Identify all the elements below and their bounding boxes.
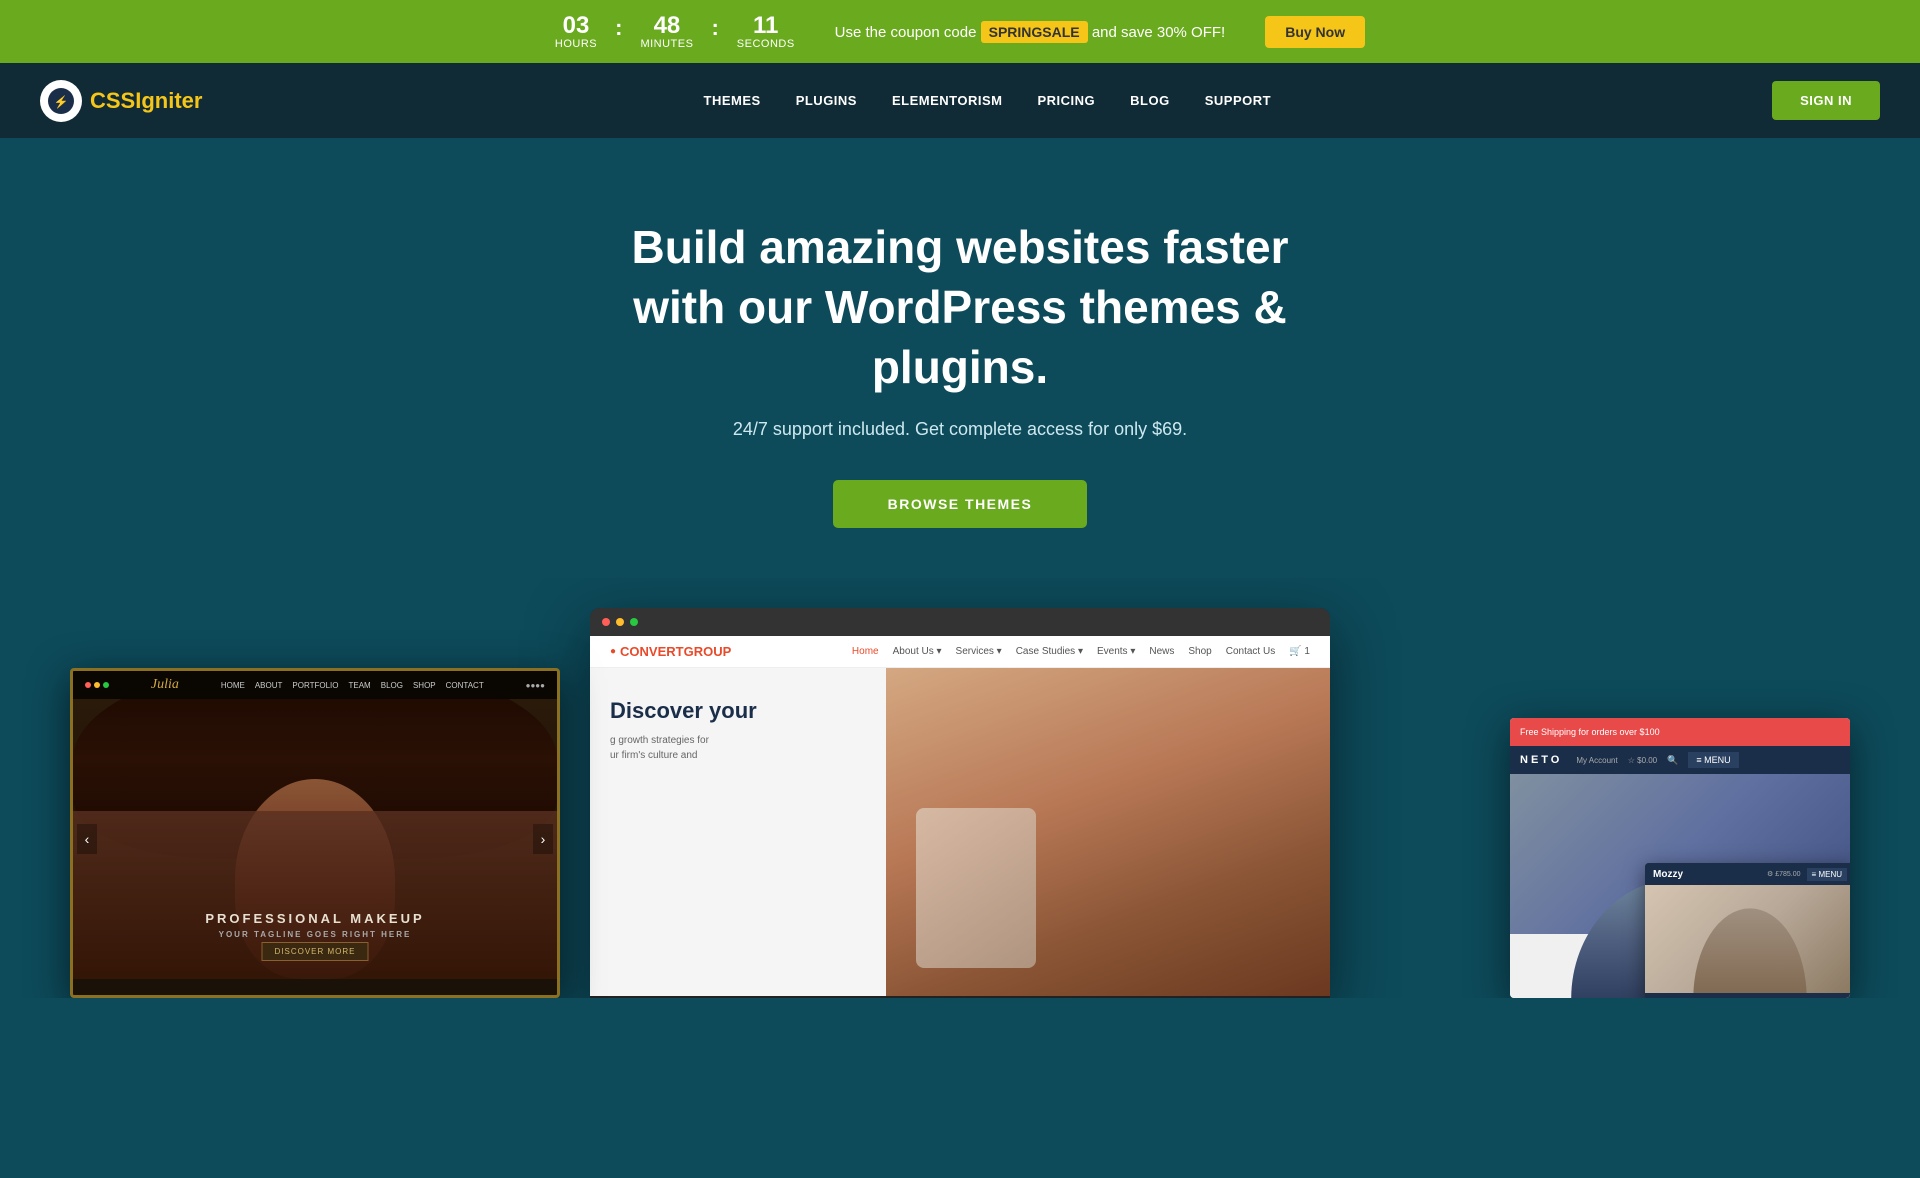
- hero-title: Build amazing websites fasterwith our Wo…: [585, 218, 1335, 397]
- browser-dot-green: [630, 618, 638, 626]
- mozzy-logo: Mozzy: [1653, 869, 1683, 880]
- svg-text:⚡: ⚡: [54, 95, 69, 109]
- countdown-seconds: 11 Seconds: [737, 14, 795, 50]
- makeup-theme-card: Julia HOME ABOUT PORTFOLIO TEAM BLOG SHO…: [70, 668, 560, 998]
- mozzy-theme-card: Mozzy ⚙ £785.00 ≡ MENU: [1645, 863, 1850, 998]
- convert-body: Discover your g growth strategies forur …: [590, 668, 1330, 996]
- browser-content: CONVERTGROUP Home About Us ▾ Services ▾ …: [590, 636, 1330, 996]
- makeup-header: Julia HOME ABOUT PORTFOLIO TEAM BLOG SHO…: [73, 671, 557, 699]
- nav-themes[interactable]: THEMES: [704, 93, 761, 108]
- convert-header: CONVERTGROUP Home About Us ▾ Services ▾ …: [590, 636, 1330, 668]
- countdown-minutes: 48 Minutes: [640, 14, 693, 50]
- convert-logo: CONVERTGROUP: [610, 644, 731, 659]
- neto-promo-bar: Free Shipping for orders over $100: [1510, 718, 1850, 746]
- countdown: 03 Hours : 48 Minutes : 11 Seconds: [555, 14, 795, 50]
- browser-dot-red: [602, 618, 610, 626]
- logo-text: CSSIgniter: [90, 88, 202, 114]
- convert-body-image: [886, 668, 1330, 996]
- hours-number: 03: [563, 14, 590, 38]
- site-header: ⚡ CSSIgniter THEMES PLUGINS ELEMENTORISM…: [0, 63, 1920, 138]
- logo-icon: ⚡: [40, 80, 82, 122]
- browse-themes-button[interactable]: BROWSE THEMES: [833, 480, 1088, 528]
- makeup-dots: ●●●●: [526, 681, 545, 690]
- top-banner: 03 Hours : 48 Minutes : 11 Seconds Use t…: [0, 0, 1920, 63]
- hours-label: Hours: [555, 38, 597, 50]
- coupon-code-badge: SPRINGSALE: [981, 21, 1088, 43]
- theme-showcase: CONVERTGROUP Home About Us ▾ Services ▾ …: [0, 578, 1920, 998]
- minutes-label: Minutes: [640, 38, 693, 50]
- countdown-hours: 03 Hours: [555, 14, 597, 50]
- mozzy-header: Mozzy ⚙ £785.00 ≡ MENU: [1645, 863, 1850, 885]
- makeup-arrow-left[interactable]: ‹: [77, 824, 97, 854]
- main-nav: THEMES PLUGINS ELEMENTORISM PRICING BLOG…: [704, 93, 1272, 108]
- neto-theme-card: Free Shipping for orders over $100 NETO …: [1510, 718, 1850, 998]
- seconds-label: Seconds: [737, 38, 795, 50]
- nav-elementorism[interactable]: ELEMENTORISM: [892, 93, 1003, 108]
- neto-menu-toggle[interactable]: ≡ MENU: [1688, 752, 1738, 768]
- makeup-nav: HOME ABOUT PORTFOLIO TEAM BLOG SHOP CONT…: [221, 681, 484, 690]
- nav-pricing[interactable]: PRICING: [1037, 93, 1095, 108]
- banner-promo-text: Use the coupon code SPRINGSALE and save …: [835, 21, 1226, 43]
- makeup-logo: Julia: [151, 677, 179, 693]
- browser-dot-yellow: [616, 618, 624, 626]
- sign-in-button[interactable]: SIGN IN: [1772, 81, 1880, 120]
- main-browser-mockup: CONVERTGROUP Home About Us ▾ Services ▾ …: [590, 608, 1330, 998]
- makeup-body: PROFESSIONAL MAKEUP YOUR TAGLINE GOES RI…: [73, 699, 557, 979]
- nav-plugins[interactable]: PLUGINS: [796, 93, 857, 108]
- nav-support[interactable]: SUPPORT: [1205, 93, 1271, 108]
- separator-2: :: [711, 15, 718, 41]
- buy-now-button[interactable]: Buy Now: [1265, 16, 1365, 48]
- nav-blog[interactable]: BLOG: [1130, 93, 1170, 108]
- mozzy-menu-toggle[interactable]: ≡ MENU: [1807, 868, 1847, 881]
- makeup-discover-btn[interactable]: DISCOVER MORE: [261, 942, 368, 961]
- mozzy-nav: ⚙ £785.00: [1767, 870, 1801, 878]
- logo: ⚡ CSSIgniter: [40, 80, 202, 122]
- minutes-number: 48: [654, 14, 681, 38]
- convert-body-text: Discover your g growth strategies forur …: [610, 698, 757, 762]
- hero-section: Build amazing websites fasterwith our Wo…: [0, 138, 1920, 578]
- separator-1: :: [615, 15, 622, 41]
- tablet-device: [916, 808, 1036, 968]
- bottom-spacer: [0, 998, 1920, 1038]
- convert-nav: Home About Us ▾ Services ▾ Case Studies …: [852, 646, 1310, 657]
- neto-nav-bar: NETO My Account ☆ $0.00 🔍 ≡ MENU: [1510, 746, 1850, 774]
- makeup-arrow-right[interactable]: ›: [533, 824, 553, 854]
- neto-logo: NETO: [1520, 754, 1562, 766]
- hero-subtitle: 24/7 support included. Get complete acce…: [733, 419, 1187, 440]
- browser-bar: [590, 608, 1330, 636]
- seconds-number: 11: [753, 14, 778, 38]
- makeup-heading: PROFESSIONAL MAKEUP YOUR TAGLINE GOES RI…: [73, 911, 557, 939]
- mozzy-body: [1645, 885, 1850, 993]
